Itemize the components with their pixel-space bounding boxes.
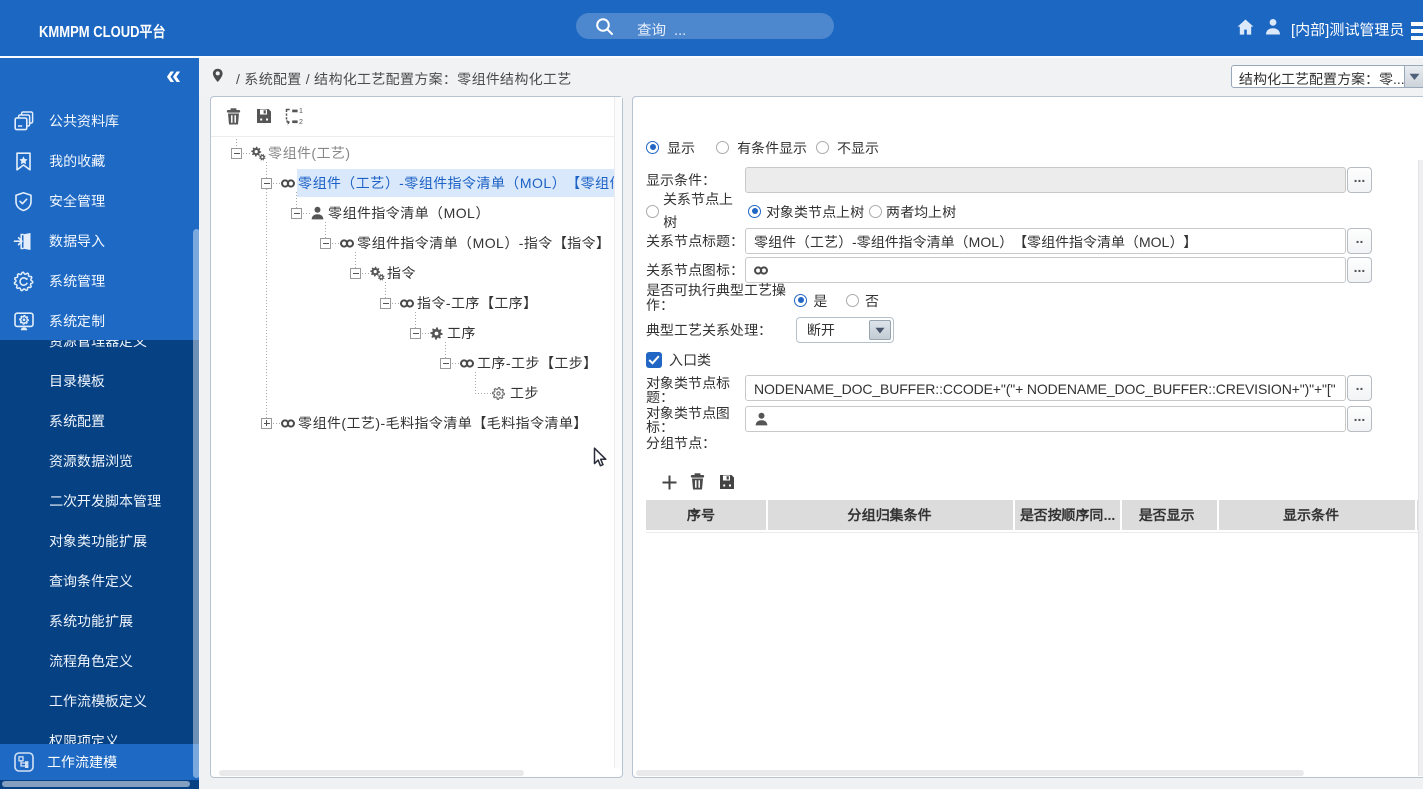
svg-text:1: 1 <box>299 108 303 115</box>
svg-text:2: 2 <box>299 119 303 125</box>
